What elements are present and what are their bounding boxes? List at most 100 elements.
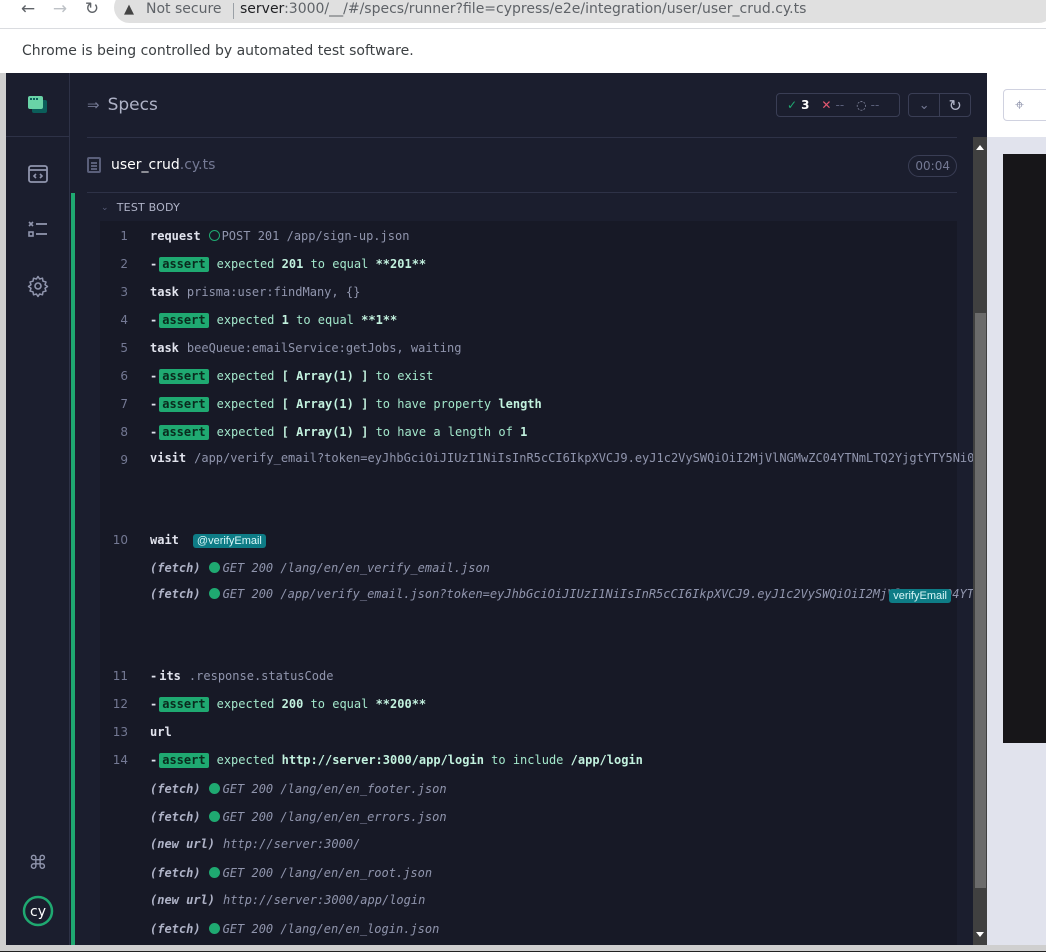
command-message: beeQueue:emailService:getJobs, waiting	[186, 341, 462, 355]
command-message: .response.statusCode	[188, 669, 334, 683]
code-window-icon	[28, 165, 48, 183]
reporter-panel: ⇒ Specs ✓ 3 ✕ -- ◌ -- ⌄ ↻ user_crud.cy.ts 0…	[71, 73, 987, 945]
command-number: 7	[120, 397, 128, 411]
crosshair-icon: ⌖	[1015, 95, 1025, 114]
child-dash: -	[150, 313, 158, 327]
alias-badge: verifyEmail	[889, 589, 951, 603]
assert-message: expected [ Array(1) ] to have a length o…	[216, 425, 528, 439]
reload-button[interactable]: ↻	[80, 0, 104, 20]
keyboard-shortcuts-button[interactable]: ⌘	[26, 851, 50, 875]
pending-circle-icon: ◌	[856, 98, 867, 112]
command-key-icon: ⌘	[28, 852, 48, 874]
child-dash: -	[150, 669, 158, 683]
pending-count: --	[870, 98, 880, 112]
sidebar-item-specs[interactable]	[26, 162, 50, 186]
check-icon: ✓	[787, 98, 798, 112]
event-type: (fetch)	[150, 561, 201, 575]
assert-badge: assert	[159, 425, 209, 440]
specs-label: Specs	[107, 95, 158, 115]
spec-name: user_crud	[111, 157, 180, 173]
assert-message: expected [ Array(1) ] to have property l…	[216, 397, 542, 411]
success-dot-icon	[208, 923, 220, 934]
rerun-button[interactable]: ↻	[939, 94, 970, 116]
url-text[interactable]: server:3000/__/#/specs/runner?file=cypre…	[240, 1, 806, 17]
security-label[interactable]: Not secure	[146, 1, 222, 17]
aut-toolbar: ⌖	[987, 73, 1046, 137]
logo-text: cy	[30, 904, 46, 920]
chevron-down-icon: ⌄	[101, 202, 109, 213]
command-number: 1	[120, 229, 128, 243]
window-edge	[0, 945, 1046, 952]
address-bar[interactable]: ▲ Not secure server:3000/__/#/specs/runn…	[114, 0, 1046, 23]
event-type: (fetch)	[150, 782, 201, 796]
back-button[interactable]: ←	[16, 0, 40, 20]
event-message: http://server:3000/app/login	[223, 893, 426, 907]
success-dot-icon	[208, 867, 220, 878]
scroll-up-arrow-icon[interactable]	[976, 145, 984, 150]
passed-count: 3	[801, 98, 810, 112]
spec-file-name[interactable]: user_crud.cy.ts	[111, 157, 215, 173]
command-method: wait	[150, 533, 179, 547]
child-dash: -	[150, 369, 158, 383]
event-type: (new url)	[150, 893, 216, 907]
automation-infobar: Chrome is being controlled by automated …	[0, 28, 1046, 73]
child-dash: -	[150, 257, 158, 271]
child-dash: -	[150, 753, 158, 767]
event-type: (fetch)	[150, 866, 201, 880]
collapse-all-button[interactable]: ⌄	[909, 94, 939, 116]
assert-badge: assert	[159, 257, 209, 272]
failed-count: --	[835, 98, 845, 112]
event-message: GET 200 /lang/en/en_errors.json	[222, 810, 447, 824]
url-host: server	[240, 1, 285, 17]
test-stats: ✓ 3 ✕ -- ◌ --	[776, 93, 900, 117]
forward-button[interactable]: →	[48, 0, 72, 20]
cypress-logo[interactable]: cy	[22, 895, 54, 927]
assert-message: expected 201 to equal **201**	[216, 257, 427, 271]
event-type: (fetch)	[150, 922, 201, 936]
assert-message: expected [ Array(1) ] to exist	[216, 369, 434, 383]
scrollbar-thumb[interactable]	[975, 313, 986, 888]
specs-toggle-button[interactable]: ⇒ Specs	[87, 94, 158, 116]
pending-status-icon	[208, 230, 220, 241]
run-controls: ⌄ ↻	[908, 93, 971, 117]
browser-toolbar: ← → ↻ ▲ Not secure server:3000/__/#/spec…	[0, 0, 1046, 28]
event-type: (new url)	[150, 837, 216, 851]
success-dot-icon	[208, 562, 220, 573]
command-number: 12	[112, 697, 128, 711]
assert-badge: assert	[159, 313, 209, 328]
assert-message: expected http://server:3000/app/login to…	[216, 753, 643, 767]
event-message: GET 200 /lang/en/en_verify_email.json	[222, 561, 490, 575]
pending-stat: ◌ --	[856, 98, 879, 112]
reporter-scrollbar[interactable]	[973, 137, 987, 945]
command-message: /app/verify_email?token=eyJhbGciOiJIUzI1…	[194, 451, 973, 465]
spec-duration: 00:04	[908, 155, 957, 177]
sidebar-item-settings[interactable]	[26, 274, 50, 298]
passed-stat: ✓ 3	[787, 98, 809, 112]
test-runnable: ⌄ TEST BODY 1 request POST 201 /app/sign-…	[71, 193, 973, 945]
app-logo[interactable]	[6, 73, 70, 137]
success-dot-icon	[208, 783, 220, 794]
selector-playground-button[interactable]: ⌖	[1003, 89, 1046, 121]
child-dash: -	[150, 425, 158, 439]
success-dot-icon	[208, 588, 220, 599]
command-number: 5	[120, 341, 128, 355]
aut-iframe[interactable]	[1003, 154, 1046, 743]
reporter-header: ⇒ Specs ✓ 3 ✕ -- ◌ -- ⌄ ↻	[71, 73, 987, 137]
warning-icon: ▲	[124, 2, 134, 17]
command-log: 1 request POST 201 /app/sign-up.json 2 -a…	[100, 221, 973, 945]
x-icon: ✕	[821, 98, 832, 112]
scroll-down-arrow-icon[interactable]	[976, 932, 984, 937]
gear-icon	[27, 275, 49, 298]
event-message: GET 200 /lang/en/en_footer.json	[222, 782, 447, 796]
test-body-header[interactable]: ⌄ TEST BODY	[101, 201, 180, 214]
cypress-logo-icon: cy	[22, 895, 54, 927]
command-method: task	[150, 341, 179, 355]
alias-badge: @verifyEmail	[192, 534, 266, 548]
event-message: GET 200 /app/verify_email.json?token=eyJ…	[222, 587, 973, 601]
sidebar-item-runs[interactable]	[26, 218, 50, 242]
child-dash: -	[150, 697, 158, 711]
sidebar: ⌘ cy	[6, 73, 70, 945]
url-path: :3000/__/#/specs/runner?file=cypress/e2e…	[284, 1, 807, 17]
app-under-test-panel: ⌖	[987, 73, 1046, 945]
command-method: request	[150, 229, 201, 243]
